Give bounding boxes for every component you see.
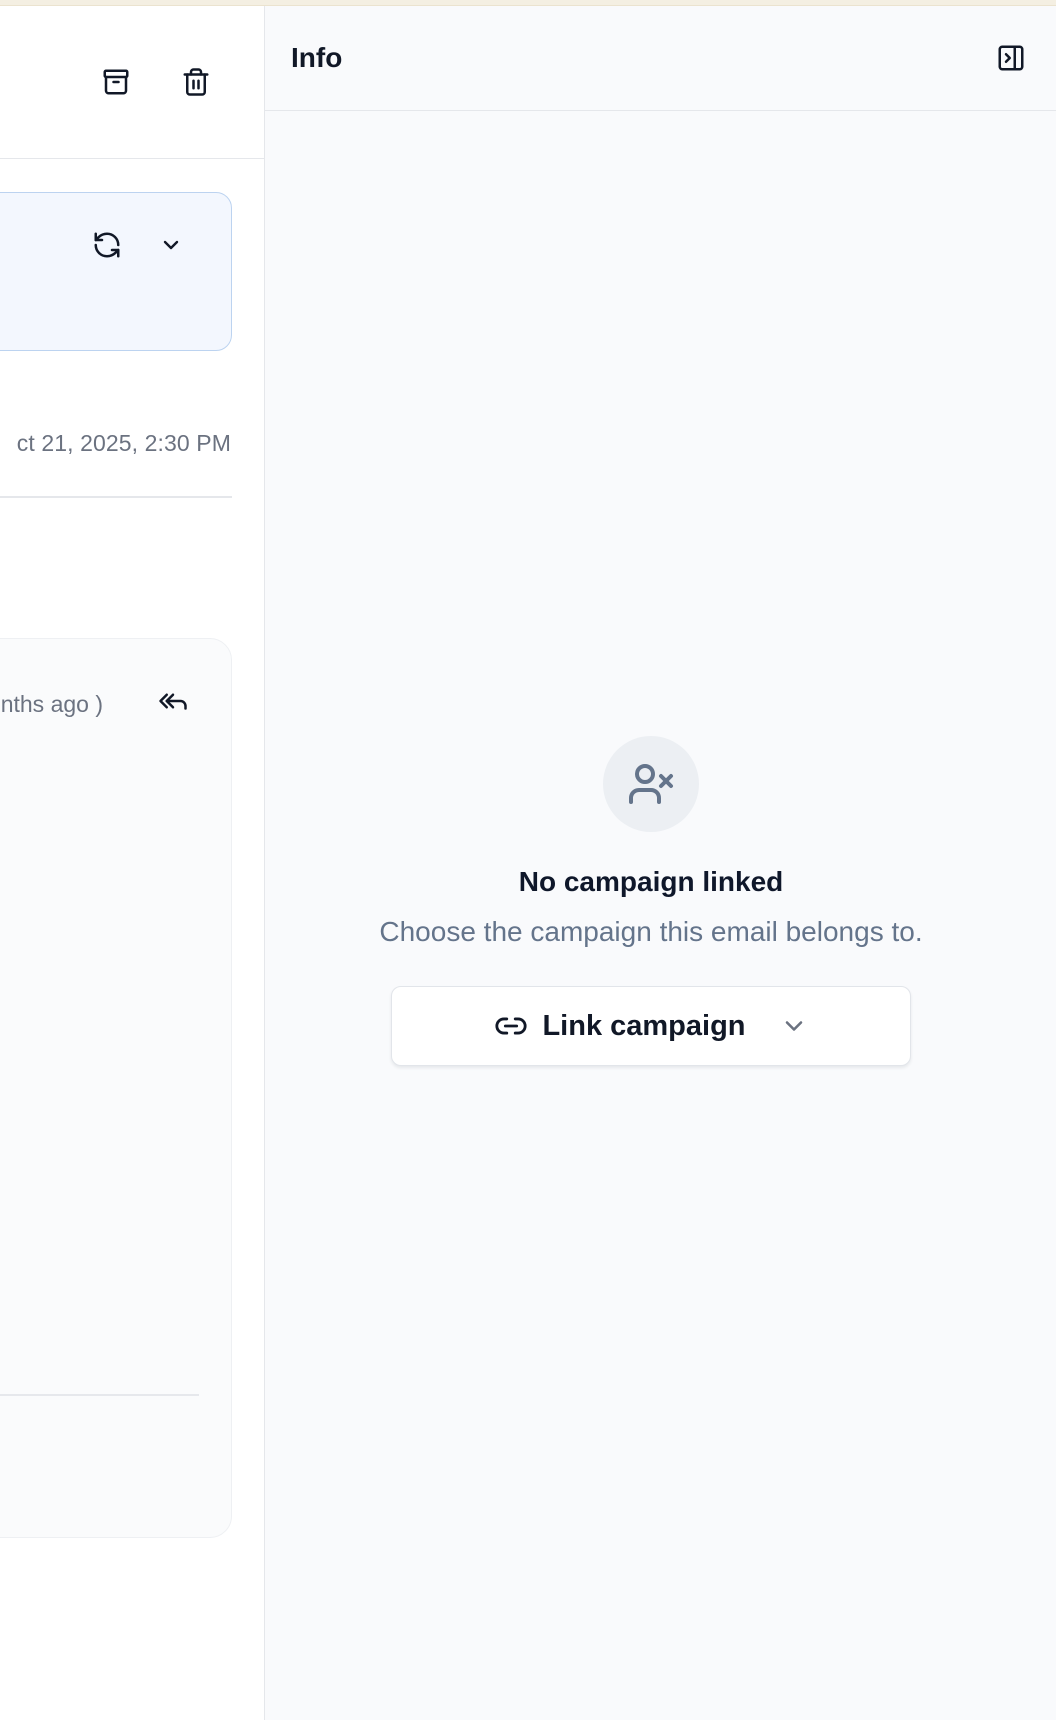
divider: [0, 496, 232, 498]
panel-right-close-icon: [998, 45, 1024, 71]
info-header: Info: [265, 6, 1056, 111]
panel-title: Info: [291, 42, 343, 73]
archive-icon: [103, 69, 129, 95]
empty-state-description: Choose the campaign this email belongs t…: [379, 916, 923, 947]
email-pane: ct 21, 2025, 2:30 PM nonths ago ): [0, 6, 264, 1720]
archive-button[interactable]: [94, 60, 138, 104]
email-toolbar: [0, 6, 264, 159]
expand-button[interactable]: [149, 223, 193, 267]
trash-icon: [183, 68, 209, 96]
link-campaign-label: Link campaign: [542, 1009, 746, 1042]
empty-state-icon: [603, 736, 699, 832]
info-panel: Info No campaign linked Choose the campa…: [264, 6, 1056, 1720]
collapse-panel-button[interactable]: [989, 36, 1033, 80]
chevron-down-icon: [163, 240, 179, 250]
empty-state: No campaign linked Choose the campaign t…: [371, 736, 931, 1066]
link-icon: [494, 1009, 528, 1043]
thread-summary-card: [0, 192, 232, 351]
empty-state-title: No campaign linked: [518, 866, 784, 897]
reply-all-icon: [159, 693, 187, 710]
email-date: ct 21, 2025, 2:30 PM: [16, 430, 231, 456]
refresh-icon: [94, 232, 120, 258]
delete-button[interactable]: [174, 60, 218, 104]
refresh-button[interactable]: [85, 223, 129, 267]
link-campaign-button[interactable]: Link campaign: [391, 986, 911, 1066]
user-x-icon: [629, 764, 673, 804]
chevron-down-icon: [780, 1012, 808, 1040]
reply-all-button[interactable]: [151, 679, 195, 723]
message-relative-time: nonths ago ): [0, 691, 103, 717]
divider: [0, 1394, 199, 1396]
message-card: nonths ago ): [0, 638, 232, 1538]
